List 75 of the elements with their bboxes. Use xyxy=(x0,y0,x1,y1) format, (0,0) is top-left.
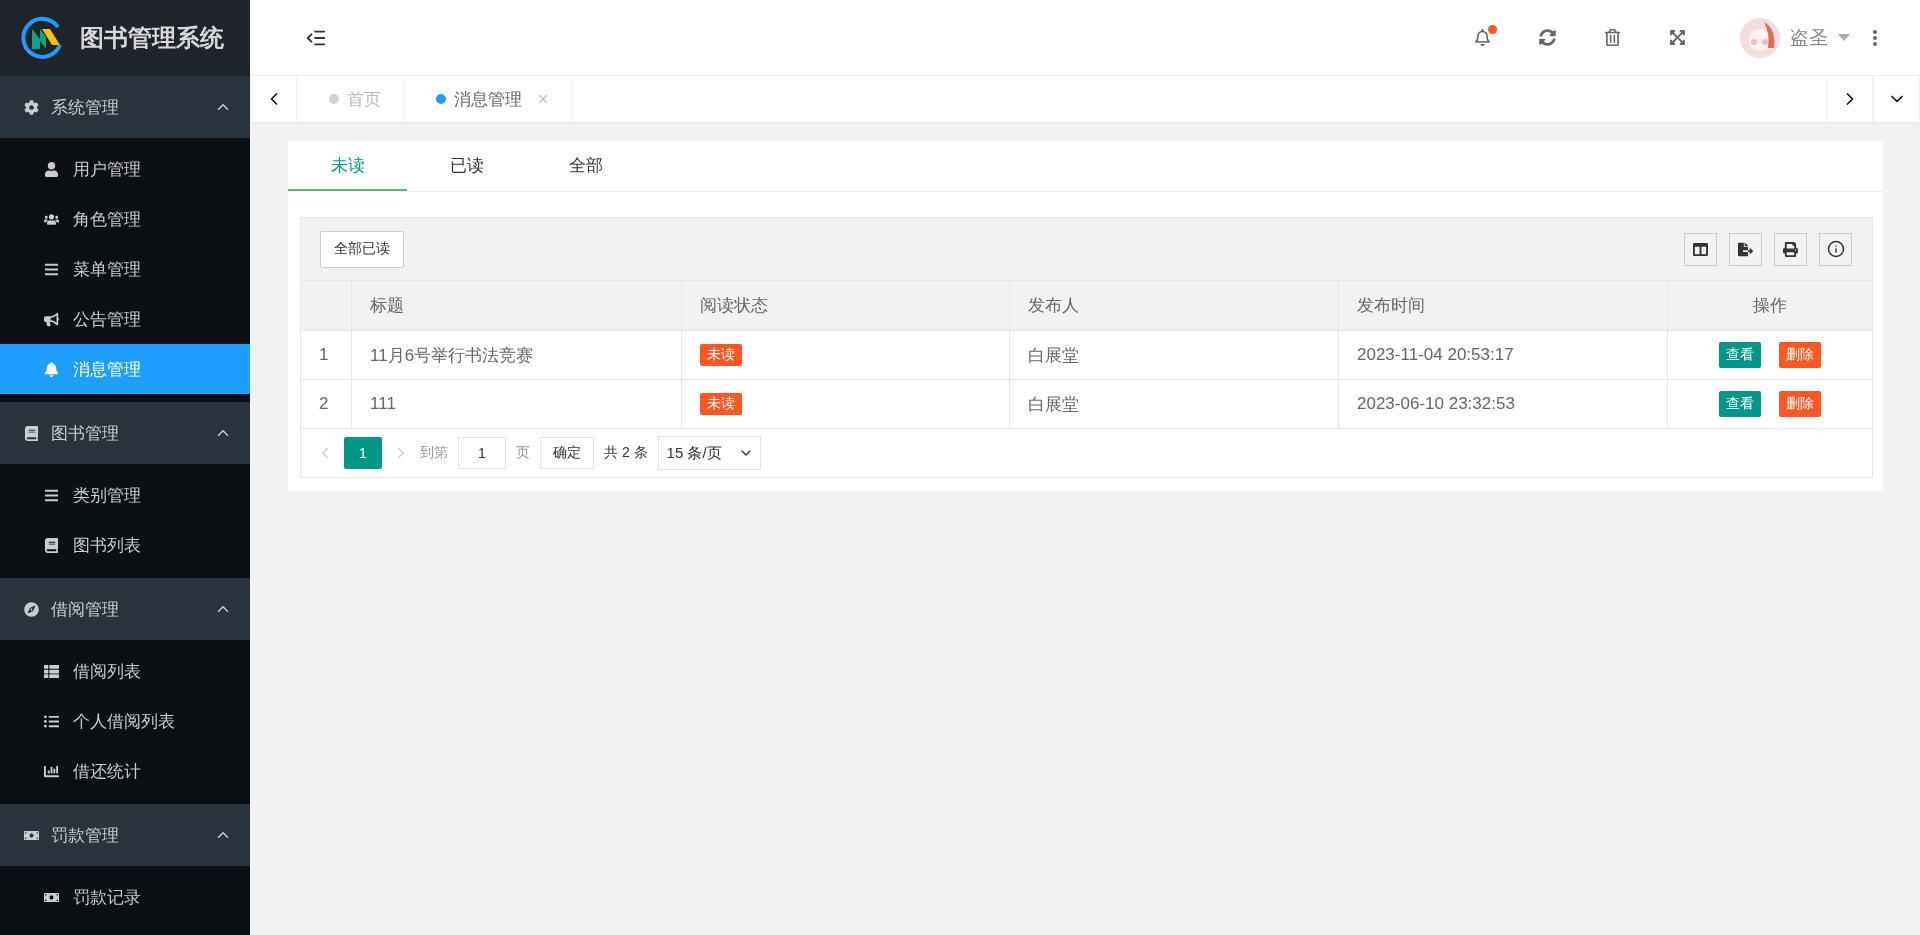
tab-dot xyxy=(329,94,339,104)
page-input[interactable]: 1 xyxy=(458,437,506,469)
message-title: 11月6号举行书法竞赛 xyxy=(370,344,534,367)
trash-icon xyxy=(1604,29,1621,46)
row-number: 1 xyxy=(319,345,329,365)
sidebar-group[interactable]: 罚款管理 xyxy=(0,804,250,866)
menu-icon xyxy=(44,261,59,277)
info-button[interactable] xyxy=(1819,232,1852,266)
publisher: 白展堂 xyxy=(1028,393,1079,416)
book-icon xyxy=(44,537,59,553)
sidebar-item[interactable]: 借阅列表 xyxy=(0,646,250,696)
total-count: 共 2 条 xyxy=(604,444,648,462)
list-icon xyxy=(44,713,59,729)
sidebar-group[interactable]: 图书管理 xyxy=(0,402,250,464)
sidebar-group[interactable]: 借阅管理 xyxy=(0,578,250,640)
sidebar-item[interactable]: 菜单管理 xyxy=(0,244,250,294)
mark-all-read-button[interactable]: 全部已读 xyxy=(320,230,404,268)
column-header: 发布时间 xyxy=(1357,295,1425,317)
sidebar-item[interactable]: 罚款记录 xyxy=(0,872,250,922)
column-header: 阅读状态 xyxy=(700,295,768,317)
goto-label: 到第 xyxy=(420,444,448,462)
export-icon xyxy=(1738,241,1753,257)
status-badge: 未读 xyxy=(700,344,742,366)
bell-icon xyxy=(44,361,59,377)
message-tab[interactable]: 未读 xyxy=(288,141,407,191)
column-header: 操作 xyxy=(1753,295,1787,317)
refresh-icon xyxy=(1539,29,1556,46)
list-icon xyxy=(44,663,59,679)
people-icon xyxy=(44,211,59,227)
publish-time: 2023-06-10 23:32:53 xyxy=(1357,394,1515,414)
book-icon xyxy=(24,425,39,441)
caret-icon xyxy=(1838,34,1850,41)
tab-dot xyxy=(436,94,446,104)
print-button[interactable] xyxy=(1774,232,1807,266)
list-icon xyxy=(44,487,59,503)
publisher: 白展堂 xyxy=(1028,344,1079,367)
sidebar-item[interactable]: 图书列表 xyxy=(0,520,250,570)
message-title: 111 xyxy=(370,394,396,414)
sidebar-group[interactable]: 系统管理 xyxy=(0,76,250,138)
page-unit: 页 xyxy=(516,444,530,462)
column-header: 发布人 xyxy=(1028,295,1079,317)
sidebar-item[interactable]: 公告管理 xyxy=(0,294,250,344)
status-badge: 未读 xyxy=(700,393,742,415)
app-title: 图书管理系统 xyxy=(80,23,224,53)
print-icon xyxy=(1783,241,1798,257)
columns-icon xyxy=(1693,241,1708,257)
view-button[interactable]: 查看 xyxy=(1719,391,1761,417)
view-button[interactable]: 查看 xyxy=(1719,342,1761,368)
column-header: 标题 xyxy=(370,295,404,317)
sidebar-item[interactable]: 类别管理 xyxy=(0,470,250,520)
sidebar-item[interactable]: 个人借阅列表 xyxy=(0,696,250,746)
sidebar-item[interactable]: 角色管理 xyxy=(0,194,250,244)
row-number: 2 xyxy=(319,394,329,414)
bell-icon xyxy=(1474,29,1491,46)
page-number[interactable]: 1 xyxy=(344,437,382,469)
compass-icon xyxy=(24,601,39,617)
sidebar-item[interactable]: 用户管理 xyxy=(0,144,250,194)
message-tab[interactable]: 全部 xyxy=(526,141,645,191)
columns-button[interactable] xyxy=(1684,232,1717,266)
more-icon xyxy=(1873,29,1877,46)
sidebar-item[interactable]: 借还统计 xyxy=(0,746,250,796)
publish-time: 2023-11-04 20:53:17 xyxy=(1357,345,1514,365)
megaphone-icon xyxy=(44,311,59,327)
person-icon xyxy=(44,161,59,177)
bar-chart-icon xyxy=(44,763,59,779)
page-tab[interactable]: 消息管理 xyxy=(404,76,573,122)
message-tab[interactable]: 已读 xyxy=(407,141,526,191)
expand-icon xyxy=(1669,29,1686,46)
user-name[interactable]: 盗圣 xyxy=(1790,24,1828,51)
page-size-select[interactable]: 15 条/页 xyxy=(657,436,761,470)
avatar xyxy=(1740,17,1780,58)
confirm-button[interactable]: 确定 xyxy=(540,437,594,469)
info-icon xyxy=(1826,240,1845,258)
settings-icon xyxy=(24,99,39,115)
export-button[interactable] xyxy=(1729,232,1762,266)
